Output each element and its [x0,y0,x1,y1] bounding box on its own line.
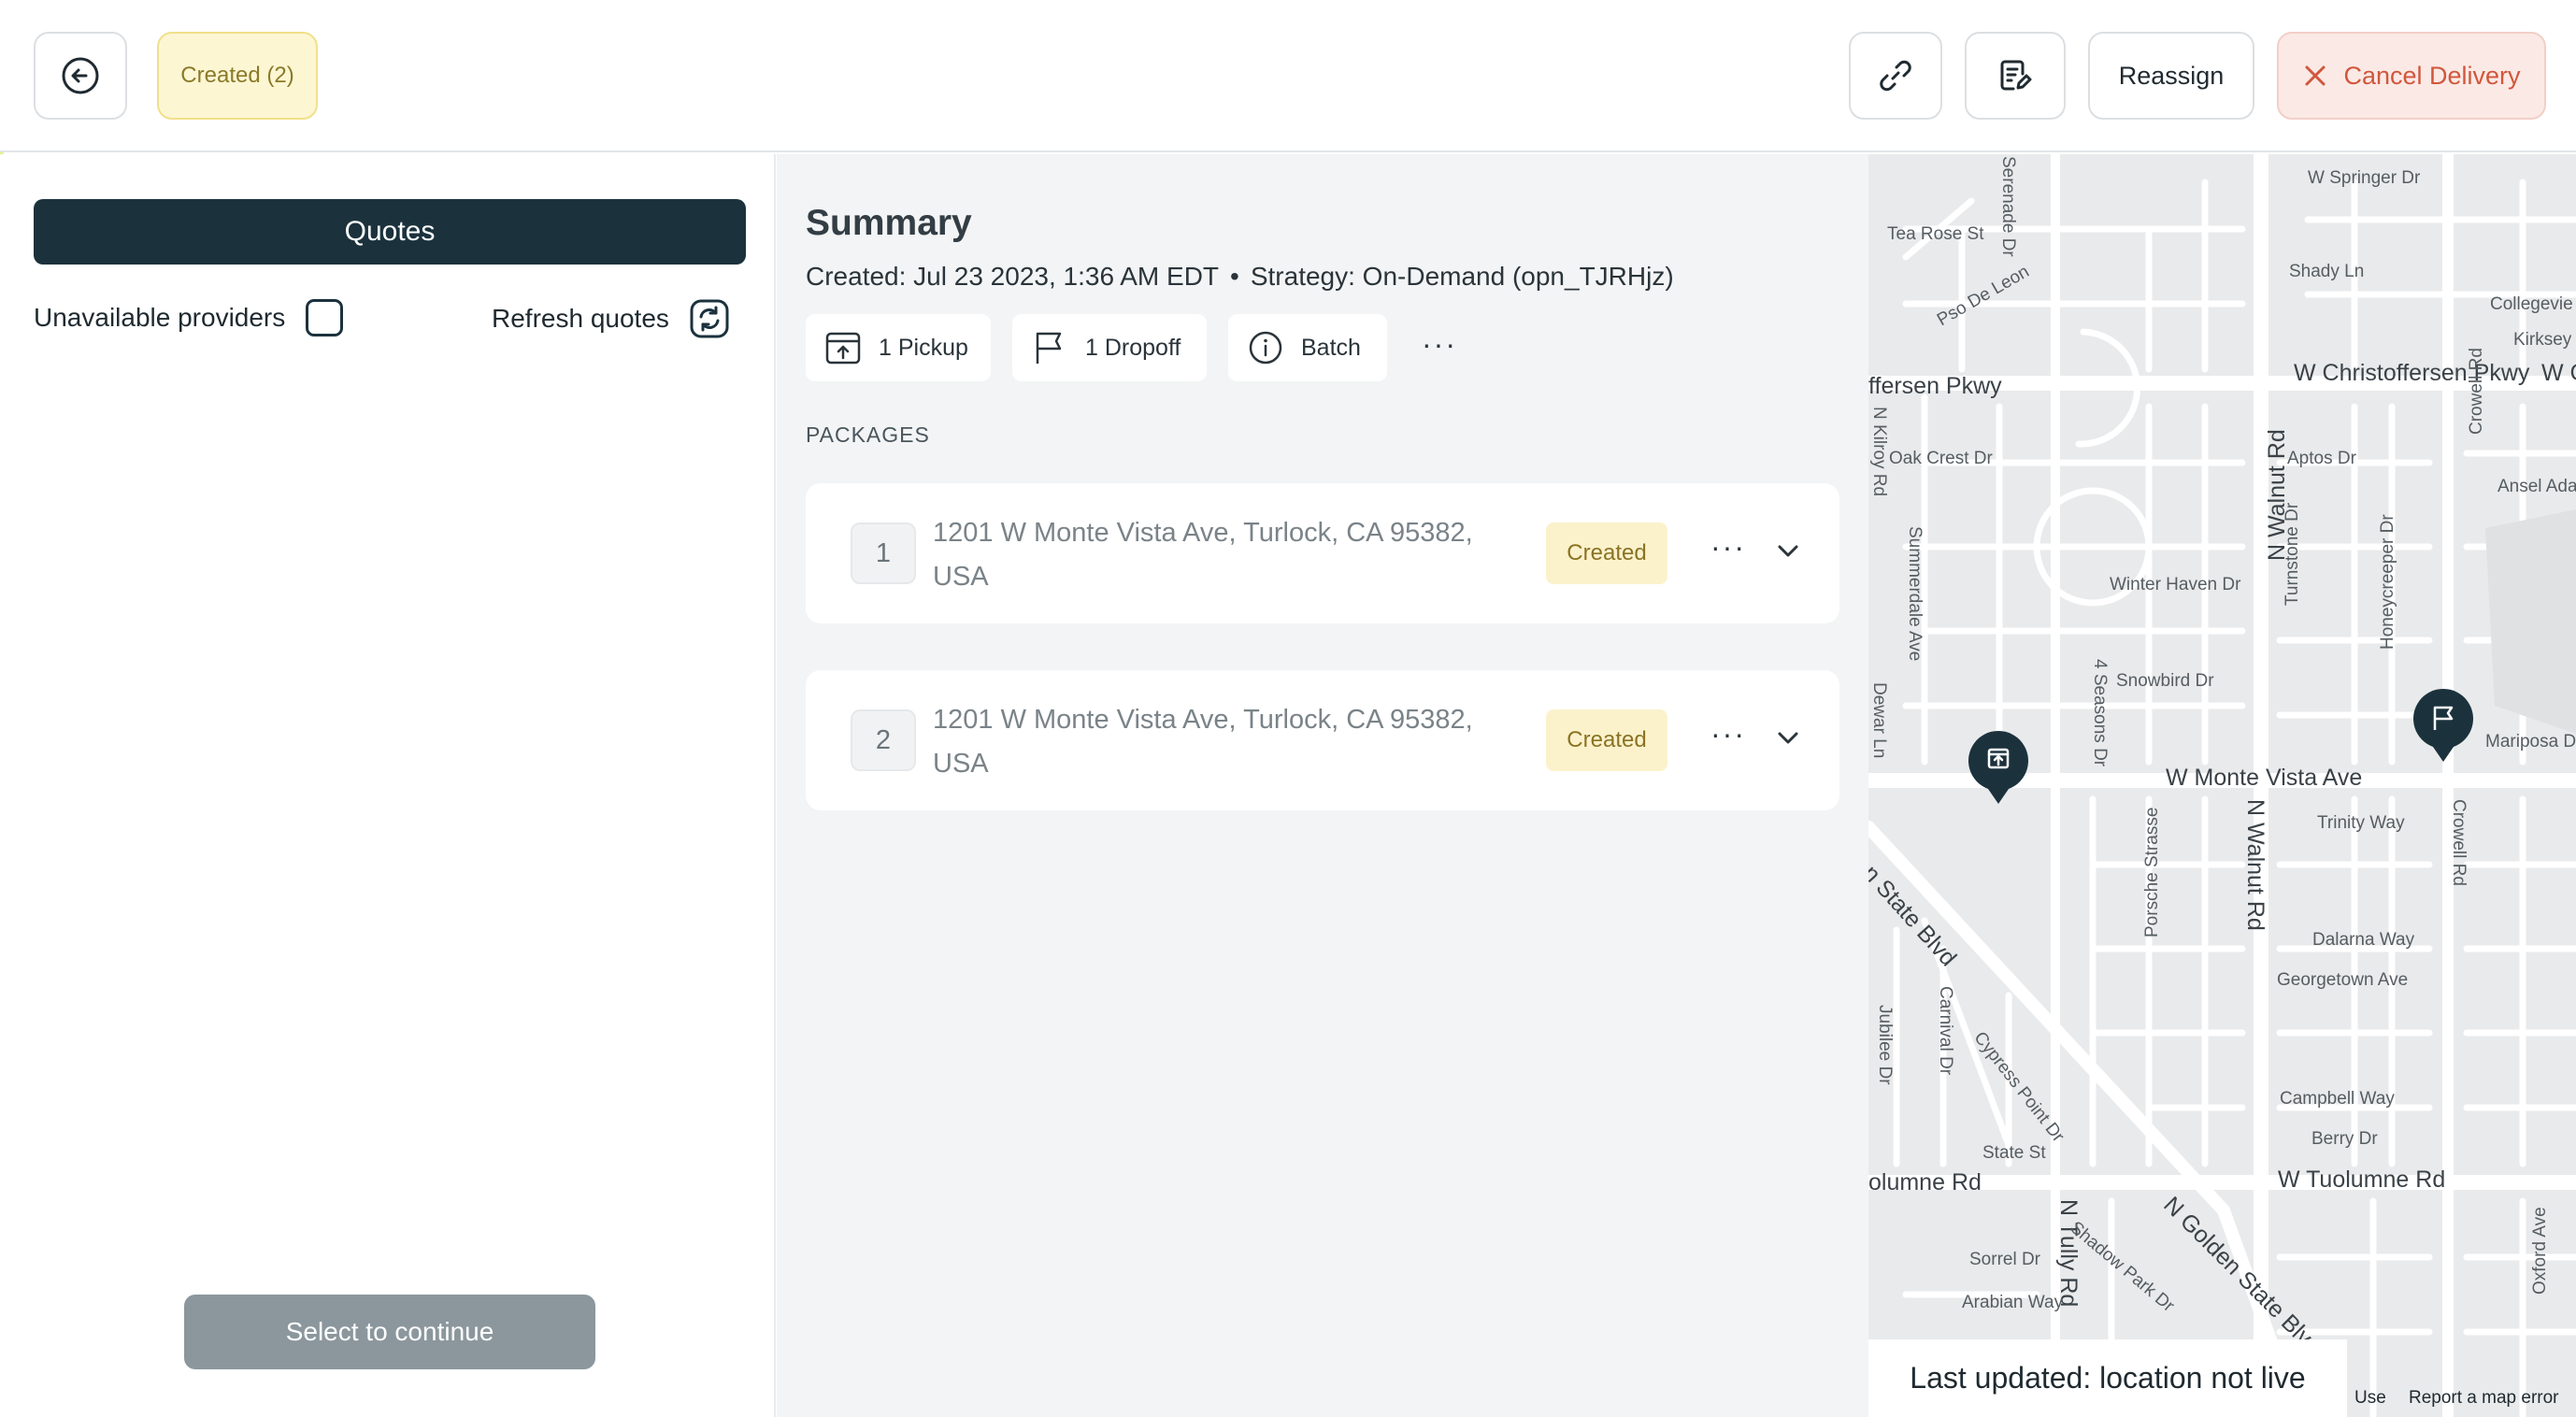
map-label: Ansel Adar [2497,477,2576,496]
map-label: Oxford Ave [2530,1207,2550,1295]
map-label: Tea Rose St [1887,224,1984,244]
chevron-down-icon[interactable] [1774,724,1802,752]
map-label: olumne Rd [1868,1169,1982,1195]
package-address: 1201 W Monte Vista Ave, Turlock, CA 9538… [933,705,1473,779]
edit-note-icon [2000,60,2032,91]
map-label: W C [2541,360,2576,386]
dropoff-chip-label: 1 Dropoff [1085,334,1181,361]
map-label: Trinity Way [2317,813,2405,833]
link-icon [1880,60,1911,92]
pickup-chip-label: 1 Pickup [879,334,968,361]
map-label: Berry Dr [2311,1129,2378,1149]
map-label: State St [1982,1143,2046,1163]
refresh-icon[interactable] [690,299,729,338]
map-label: N Kilroy Rd [1869,407,1889,497]
map-label: N Tully Rd [2055,1199,2082,1308]
edit-note-button[interactable] [1965,32,2066,120]
map-label: Porsche Strasse [2142,807,2162,938]
top-header: Created (2) Reassign Cancel Delivery [0,0,2576,152]
page-title: Summary [806,203,972,243]
package-status-badge: Created [1546,709,1667,771]
created-timestamp: Created: Jul 23 2023, 1:36 AM EDT [806,262,1220,291]
summary-panel: Summary Created: Jul 23 2023, 1:36 AM ED… [777,154,1868,1417]
map-label: Oak Crest Dr [1889,449,1993,468]
refresh-quotes-button[interactable]: Refresh quotes [492,299,729,338]
map-label: Shady Ln [2289,262,2365,281]
map-label: N Walnut Rd [2242,799,2268,931]
unavailable-providers-checkbox[interactable] [306,299,344,336]
location-status-banner: Last updated: location not live [1868,1339,2347,1417]
map-label: Campbell Way [2280,1089,2395,1109]
map-label: Crowell Rd [2449,799,2469,886]
package-more-icon[interactable]: ··· [1710,717,1746,751]
package-number: 2 [851,709,916,771]
package-more-icon[interactable]: ··· [1710,530,1746,565]
more-options-icon[interactable]: ··· [1422,327,1457,362]
cancel-delivery-label: Cancel Delivery [2343,61,2521,90]
pickup-box-icon [825,332,861,365]
package-number: 1 [851,522,916,584]
reassign-button[interactable]: Reassign [2088,32,2254,120]
map-label: Sorrel Dr [1969,1250,2041,1269]
pickup-pin-icon[interactable] [1966,729,2031,808]
status-badge[interactable]: Created (2) [157,32,318,120]
map-label: Summerdale Ave [1905,526,1925,662]
map-terms-link[interactable]: Use [2354,1388,2386,1409]
report-map-error-link[interactable]: Report a map error [2409,1388,2559,1409]
package-card[interactable]: 2 1201 W Monte Vista Ave, Turlock, CA 95… [806,670,1839,810]
map-label: Crowell Rd [2467,348,2486,435]
batch-chip-label: Batch [1301,334,1361,361]
package-address: 1201 W Monte Vista Ave, Turlock, CA 9538… [933,518,1473,592]
info-icon [1249,331,1282,365]
map-label: Collegevie [2490,294,2573,314]
meta-separator: • [1230,262,1239,291]
chevron-down-icon[interactable] [1774,537,1802,565]
back-button[interactable] [34,32,127,120]
map-label: 4 Seasons Dr [2090,659,2110,767]
quotes-panel: Quotes Unavailable providers Refresh quo… [0,154,776,1417]
arrow-left-circle-icon [62,57,99,94]
map-label: Serenade Dr [1998,156,2018,257]
map-label: Mariposa D [2485,732,2576,751]
map-label: Honeycreeper Dr [2378,514,2397,650]
dropoff-pin-icon[interactable] [2411,687,2476,766]
unavailable-providers-label: Unavailable providers [34,303,286,332]
map-label: Turnstone Dr [2283,502,2302,606]
map-label: W Monte Vista Ave [2166,765,2363,791]
map-label: Snowbird Dr [2116,671,2214,691]
batch-chip[interactable]: Batch [1228,314,1387,381]
summary-meta: Created: Jul 23 2023, 1:36 AM EDT • Strate… [806,262,1674,292]
copy-link-button[interactable] [1849,32,1942,120]
dropoff-chip[interactable]: 1 Dropoff [1012,314,1207,381]
unavailable-providers-toggle[interactable]: Unavailable providers [34,299,344,336]
package-card[interactable]: 1 1201 W Monte Vista Ave, Turlock, CA 95… [806,483,1839,623]
package-status-badge: Created [1546,522,1667,584]
map-label: Dewar Ln [1869,682,1889,759]
select-to-continue-button[interactable]: Select to continue [184,1295,595,1369]
map-label: Arabian Way [1962,1293,2064,1312]
pickup-chip[interactable]: 1 Pickup [806,314,991,381]
map-label: Jubilee Dr [1875,1005,1895,1085]
map-label: Winter Haven Dr [2110,575,2241,594]
map-label: Dalarna Way [2312,930,2415,950]
close-icon [2305,65,2326,86]
delivery-map[interactable]: W Springer Dr Tea Rose St Serenade Dr Sh… [1868,154,2576,1417]
map-label: W Springer Dr [2308,168,2421,188]
map-label: Carnival Dr [1936,986,1955,1076]
map-label: Georgetown Ave [2277,970,2409,990]
map-label: W Tuolumne Rd [2278,1167,2446,1193]
quotes-button[interactable]: Quotes [34,199,746,265]
map-label: ffersen Pkwy [1868,373,2002,399]
refresh-quotes-label: Refresh quotes [492,304,669,333]
strategy-text: Strategy: On-Demand (opn_TJRHjz) [1250,262,1674,291]
map-label: Aptos Dr [2287,449,2356,468]
flag-icon [1036,332,1062,364]
packages-heading: PACKAGES [806,422,930,447]
map-label: Kirksey [2513,330,2572,350]
cancel-delivery-button[interactable]: Cancel Delivery [2277,32,2546,120]
map-label: W Christoffersen Pkwy [2294,360,2530,386]
